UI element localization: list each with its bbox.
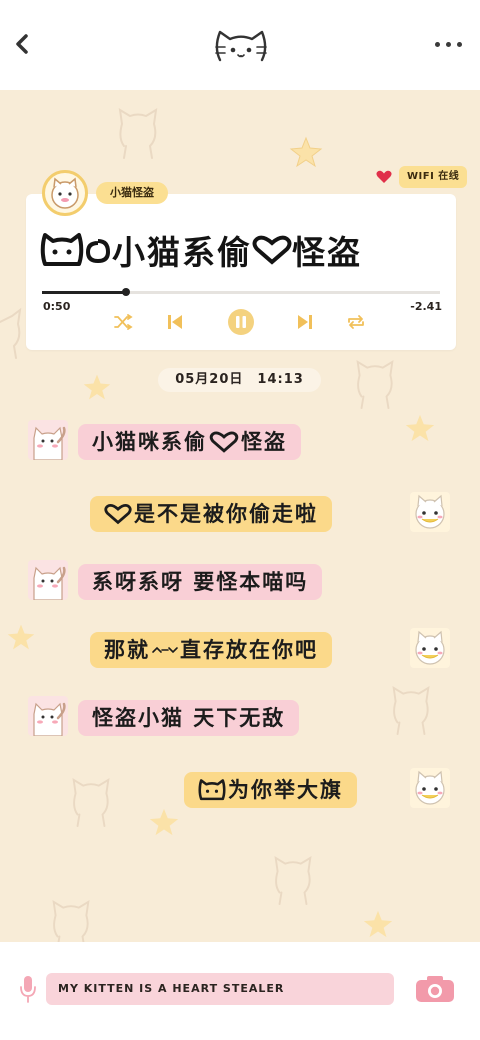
microphone-icon[interactable] — [20, 974, 36, 1004]
top-bar — [0, 0, 480, 90]
cat-doodle-icon — [392, 686, 430, 735]
my-avatar[interactable] — [410, 768, 450, 808]
cat-face-icon — [410, 768, 450, 808]
cat-face-icon — [410, 628, 450, 668]
cat-wave-icon — [28, 696, 68, 736]
cat-doodle-icon — [52, 900, 90, 942]
sender-avatar[interactable] — [28, 420, 68, 460]
message-bubble[interactable]: 那就 直存放在你吧 — [90, 632, 332, 668]
star-icon — [83, 374, 111, 400]
message-bubble[interactable]: 小猫咪系偷 怪盗 — [78, 424, 301, 460]
song-title: 小猫系偷 怪盗 — [40, 226, 450, 274]
status-badge: WIFI 在线 — [399, 166, 468, 188]
chat-date: 05月20日 14:13 — [158, 368, 321, 392]
swirl-icon — [85, 239, 111, 264]
message-bubble[interactable]: 系呀系呀 要怪本喵吗 — [78, 564, 323, 600]
more-dots-icon[interactable] — [435, 42, 462, 47]
cat-face-icon — [40, 233, 84, 266]
cat-face-icon — [51, 177, 79, 209]
cat-doodle-icon — [356, 360, 394, 409]
star-icon — [405, 414, 435, 442]
pause-icon[interactable] — [226, 308, 256, 336]
star-icon — [149, 808, 179, 836]
sender-avatar[interactable] — [28, 560, 68, 600]
progress-fill — [42, 291, 126, 294]
star-icon — [7, 624, 35, 650]
heart-outline-icon — [252, 235, 292, 265]
message-bubble[interactable]: 是不是被你偷走啦 — [90, 496, 332, 532]
previous-icon[interactable] — [160, 308, 190, 336]
cat-face-icon — [215, 30, 267, 62]
chevron-left-icon[interactable] — [12, 32, 32, 56]
shuffle-icon[interactable] — [108, 308, 138, 336]
progress-bar[interactable] — [42, 288, 440, 296]
message-bubble[interactable]: 为你举大旗 — [184, 772, 357, 808]
cat-doodle-icon — [72, 778, 110, 827]
repeat-icon[interactable] — [341, 308, 371, 336]
cat-face-icon — [198, 779, 226, 801]
artist-tag[interactable]: 小猫怪盗 — [96, 182, 168, 204]
elapsed-time: 0:50 — [43, 300, 71, 313]
cat-wave-icon — [28, 560, 68, 600]
sender-avatar[interactable] — [28, 696, 68, 736]
remaining-time: -2.41 — [410, 300, 442, 313]
cat-doodle-icon — [0, 307, 22, 359]
my-avatar[interactable] — [410, 492, 450, 532]
sparkle-dash-icon — [152, 646, 178, 654]
heart-icon — [376, 170, 392, 183]
cat-doodle-icon — [118, 108, 158, 159]
my-avatar[interactable] — [410, 628, 450, 668]
progress-knob[interactable] — [121, 288, 130, 296]
cat-doodle-icon — [274, 856, 312, 905]
message-bubble[interactable]: 怪盗小猫 天下无敌 — [78, 700, 300, 736]
cat-face-icon — [410, 492, 450, 532]
camera-icon[interactable] — [414, 974, 456, 1004]
heart-outline-icon — [209, 431, 239, 453]
star-icon — [289, 136, 323, 168]
cat-wave-icon — [28, 420, 68, 460]
message-input[interactable]: MY KITTEN IS A HEART STEALER — [46, 973, 394, 1005]
next-icon[interactable] — [290, 308, 320, 336]
star-icon — [363, 910, 393, 938]
heart-outline-icon — [104, 503, 132, 525]
artist-avatar[interactable] — [42, 170, 88, 216]
